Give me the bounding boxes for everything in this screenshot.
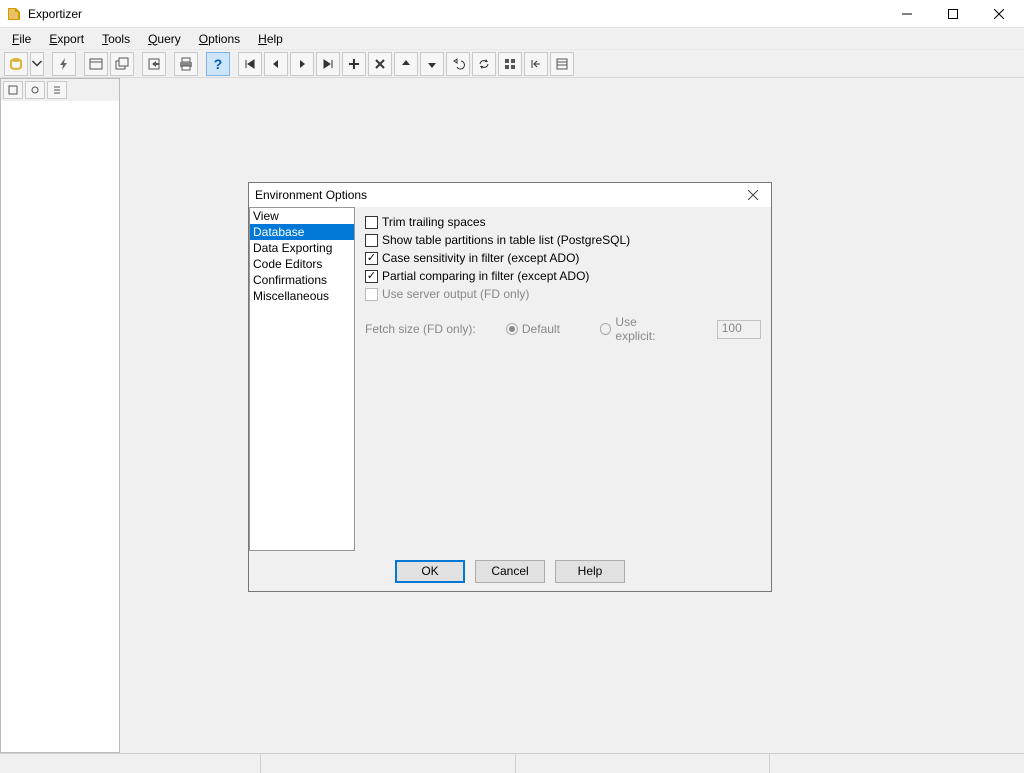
menu-help[interactable]: Help — [250, 30, 291, 48]
fetch-default-label: Default — [522, 322, 560, 336]
fetch-size-input: 100 — [717, 320, 761, 339]
sidebar-item-data-exporting[interactable]: Data Exporting — [250, 240, 354, 256]
fetch-default-radio — [506, 323, 518, 335]
case-sensitivity-label: Case sensitivity in filter (except ADO) — [382, 251, 579, 265]
bolt-button[interactable] — [52, 52, 76, 76]
export-button[interactable] — [142, 52, 166, 76]
show-partitions-checkbox[interactable] — [365, 234, 378, 247]
fetch-size-label: Fetch size (FD only): — [365, 322, 506, 336]
help-button[interactable]: ? — [206, 52, 230, 76]
down-button[interactable] — [420, 52, 444, 76]
window-title: Exportizer — [28, 7, 82, 21]
open-db-button[interactable] — [4, 52, 28, 76]
undo-button[interactable] — [446, 52, 470, 76]
fetch-explicit-radio — [600, 323, 611, 335]
sidebar-item-view[interactable]: View — [250, 208, 354, 224]
sidebar-item-confirmations[interactable]: Confirmations — [250, 272, 354, 288]
trim-trailing-label: Trim trailing spaces — [382, 215, 486, 229]
form-button[interactable] — [550, 52, 574, 76]
panel-tab-list-icon[interactable] — [3, 81, 23, 99]
grid-button[interactable] — [498, 52, 522, 76]
menu-export[interactable]: Export — [41, 30, 92, 48]
nav-first-button[interactable] — [238, 52, 262, 76]
use-server-output-label: Use server output (FD only) — [382, 287, 529, 301]
status-cell-1 — [0, 754, 260, 773]
title-bar: Exportizer — [0, 0, 1024, 28]
partial-compare-checkbox[interactable] — [365, 270, 378, 283]
menu-query[interactable]: Query — [140, 30, 189, 48]
dialog-sidebar: View Database Data Exporting Code Editor… — [249, 207, 355, 551]
close-button[interactable] — [976, 0, 1022, 28]
sidebar-item-code-editors[interactable]: Code Editors — [250, 256, 354, 272]
help-button-dialog[interactable]: Help — [555, 560, 625, 583]
menu-options[interactable]: Options — [191, 30, 248, 48]
delete-button[interactable] — [368, 52, 392, 76]
app-icon — [6, 6, 22, 22]
panel-tab-refresh-icon[interactable] — [25, 81, 45, 99]
use-server-output-checkbox — [365, 288, 378, 301]
left-panel-body — [1, 101, 119, 752]
menu-tools[interactable]: Tools — [94, 30, 138, 48]
left-panel-tabs — [1, 79, 119, 101]
window-button[interactable] — [84, 52, 108, 76]
menu-bar: File Export Tools Query Options Help — [0, 28, 1024, 50]
status-cell-3 — [515, 754, 770, 773]
collapse-button[interactable] — [524, 52, 548, 76]
dialog-title: Environment Options — [255, 188, 367, 202]
dialog-title-bar: Environment Options — [249, 183, 771, 207]
case-sensitivity-checkbox[interactable] — [365, 252, 378, 265]
status-cell-2 — [260, 754, 515, 773]
refresh-button[interactable] — [472, 52, 496, 76]
open-db-dropdown[interactable] — [30, 52, 44, 76]
ok-button[interactable]: OK — [395, 560, 465, 583]
cancel-button[interactable]: Cancel — [475, 560, 545, 583]
minimize-button[interactable] — [884, 0, 930, 28]
up-button[interactable] — [394, 52, 418, 76]
panel-tab-bolt-icon[interactable] — [47, 81, 67, 99]
dialog-content: Trim trailing spaces Show table partitio… — [355, 207, 771, 551]
trim-trailing-checkbox[interactable] — [365, 216, 378, 229]
window-controls — [884, 0, 1022, 28]
nav-next-button[interactable] — [290, 52, 314, 76]
show-partitions-label: Show table partitions in table list (Pos… — [382, 233, 630, 247]
fetch-explicit-label: Use explicit: — [615, 315, 676, 343]
status-cell-4 — [769, 754, 1024, 773]
sidebar-item-database[interactable]: Database — [250, 224, 354, 240]
toolbar: ? — [0, 50, 1024, 78]
nav-prev-button[interactable] — [264, 52, 288, 76]
sidebar-item-miscellaneous[interactable]: Miscellaneous — [250, 288, 354, 304]
dialog-button-row: OK Cancel Help — [249, 551, 771, 591]
nav-last-button[interactable] — [316, 52, 340, 76]
environment-options-dialog: Environment Options View Database Data E… — [248, 182, 772, 592]
left-panel — [0, 78, 120, 753]
status-bar — [0, 753, 1024, 773]
insert-button[interactable] — [342, 52, 366, 76]
print-button[interactable] — [174, 52, 198, 76]
dialog-close-button[interactable] — [741, 185, 765, 205]
windows-button[interactable] — [110, 52, 134, 76]
partial-compare-label: Partial comparing in filter (except ADO) — [382, 269, 589, 283]
maximize-button[interactable] — [930, 0, 976, 28]
menu-file[interactable]: File — [4, 30, 39, 48]
